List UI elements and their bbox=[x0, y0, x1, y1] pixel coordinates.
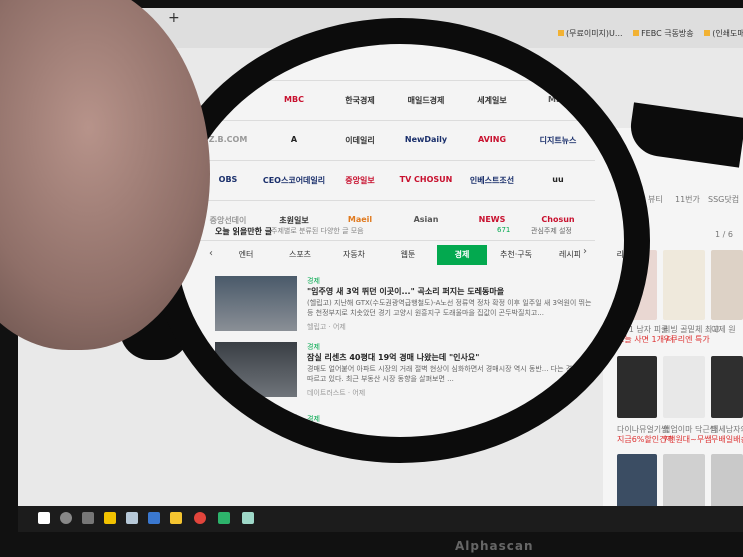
product-caption: 이제 원 bbox=[711, 325, 736, 334]
bookmark-item[interactable]: (인쇄도매)성원... bbox=[704, 29, 743, 38]
folder-icon bbox=[633, 30, 640, 36]
glasses-frame bbox=[150, 18, 650, 463]
chrome-icon[interactable] bbox=[194, 512, 206, 524]
new-tab-button[interactable]: + bbox=[168, 10, 180, 26]
monitor-brand-logo: Alphascan bbox=[455, 539, 534, 553]
windows-taskbar bbox=[18, 506, 743, 532]
app-icon[interactable] bbox=[218, 512, 230, 524]
bookmark-item[interactable]: (무료이미지)U... bbox=[558, 29, 623, 38]
page-indicator: 1 / 6 bbox=[715, 230, 733, 239]
product-image[interactable] bbox=[711, 454, 743, 506]
product-image[interactable] bbox=[711, 250, 743, 320]
windows-start-icon[interactable] bbox=[38, 512, 50, 524]
bookmark-item[interactable]: FEBC 극동방송 bbox=[633, 29, 694, 38]
bookmark-bar: (무료이미지)U... FEBC 극동방송 (인쇄도매)성원... bbox=[558, 28, 743, 39]
app-icon[interactable] bbox=[148, 512, 160, 524]
app-icon[interactable] bbox=[242, 512, 254, 524]
product-image[interactable] bbox=[663, 454, 705, 506]
product-caption: 우쿠리엔 특가 bbox=[663, 335, 710, 344]
task-view-icon[interactable] bbox=[82, 512, 94, 524]
product-image[interactable] bbox=[663, 250, 705, 320]
folder-icon bbox=[704, 30, 711, 36]
file-explorer-icon[interactable] bbox=[170, 512, 182, 524]
sticky-notes-icon[interactable] bbox=[104, 512, 116, 524]
folder-icon bbox=[558, 30, 564, 36]
search-icon[interactable] bbox=[60, 512, 72, 524]
product-image[interactable] bbox=[663, 356, 705, 418]
filter-11st[interactable]: 11번가 bbox=[675, 194, 700, 205]
photo-scene: + (무료이미지)U... FEBC 극동방송 (인쇄도매)성원... 상품 쇼… bbox=[0, 0, 743, 557]
product-image[interactable] bbox=[711, 356, 743, 418]
product-caption: 7천원대~무쌤 bbox=[663, 435, 712, 444]
app-icon[interactable] bbox=[126, 512, 138, 524]
product-caption: 무배일배송 bbox=[711, 435, 743, 444]
filter-ssg[interactable]: SSG닷컴 bbox=[708, 194, 739, 205]
filter-beauty[interactable]: 뷰티 bbox=[648, 194, 663, 205]
product-image[interactable] bbox=[617, 356, 657, 418]
product-image[interactable] bbox=[617, 454, 657, 506]
